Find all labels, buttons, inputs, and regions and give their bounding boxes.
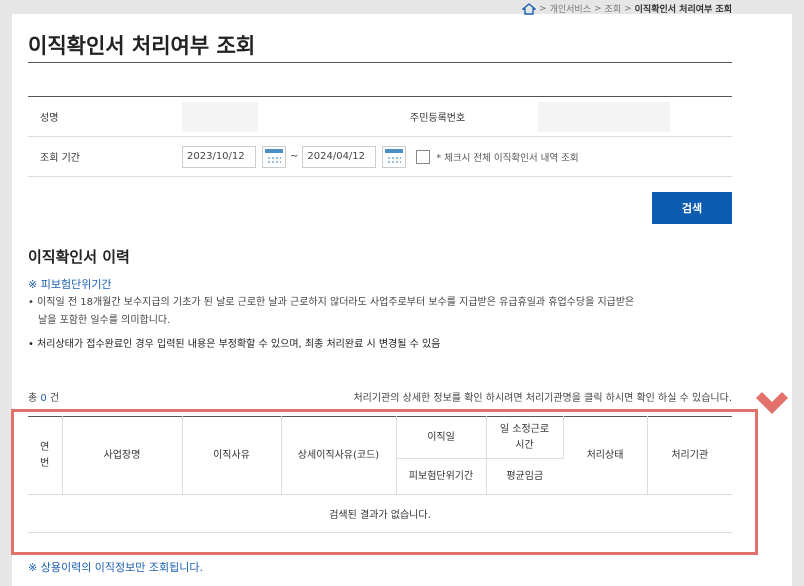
col-reason: 이직사유 xyxy=(182,416,282,495)
search-form: 성명 주민등록번호 조회 기간 2023/10/12 ~ 2024/04/12 … xyxy=(28,96,732,177)
breadcrumb-sep: > xyxy=(539,3,547,14)
count-prefix: 총 xyxy=(28,393,38,404)
notes-block: ※ 피보험단위기간 • 이직일 전 18개월간 보수지급의 기초가 된 날로 근… xyxy=(28,276,732,354)
col-leave-date: 이직일 xyxy=(396,416,487,459)
calendar-icon[interactable] xyxy=(382,145,407,168)
note-line-1b: 날을 포함한 일수를 의미합니다. xyxy=(38,315,171,326)
chevron-down-icon xyxy=(756,392,788,414)
title-divider xyxy=(28,62,732,63)
note-heading: ※ 피보험단위기간 xyxy=(28,278,112,291)
count-suffix: 건 xyxy=(49,393,60,404)
search-button[interactable]: 검색 xyxy=(652,192,732,224)
breadcrumb-item-inquiry[interactable]: 조회 xyxy=(605,2,622,15)
home-icon[interactable] xyxy=(522,2,537,15)
ssn-label: 주민등록번호 xyxy=(410,113,466,124)
all-history-label: * 체크시 전체 이직확인서 내역 조회 xyxy=(436,152,579,164)
date-separator: ~ xyxy=(290,151,299,162)
agency-hint: 처리기관의 상세한 정보를 확인 하시려면 처리기관명을 클릭 하시면 확인 하… xyxy=(353,393,732,404)
breadcrumb-sep: > xyxy=(593,3,602,14)
result-summary: 총 0 건 처리기관의 상세한 정보를 확인 하시려면 처리기관명을 클릭 하시… xyxy=(28,389,732,404)
breadcrumb-item-personal[interactable]: 개인서비스 xyxy=(550,2,591,15)
all-history-checkbox[interactable] xyxy=(416,149,431,164)
count-value: 0 xyxy=(40,393,47,404)
name-label: 성명 xyxy=(40,113,59,124)
page-title: 이직확인서 처리여부 조회 xyxy=(28,34,256,58)
empty-message: 검색된 결과가 없습니다. xyxy=(28,494,732,533)
col-insured-period: 피보험단위기간 xyxy=(396,458,487,495)
period-label: 조회 기간 xyxy=(40,153,80,164)
form-row-identity: 성명 주민등록번호 xyxy=(28,97,732,137)
footer-note: ※ 상용이력의 이직정보만 조회됩니다. xyxy=(28,561,204,574)
col-company: 사업장명 xyxy=(62,416,183,495)
result-count: 총 0 건 xyxy=(28,389,59,404)
breadcrumb: > 개인서비스 > 조회 > 이직확인서 처리여부 조회 xyxy=(522,2,732,15)
note-line-1: • 이직일 전 18개월간 보수지급의 기초가 된 날로 근로한 날과 근로하지… xyxy=(28,297,635,308)
date-from-input[interactable]: 2023/10/12 xyxy=(182,145,256,168)
col-agency: 처리기관 xyxy=(647,416,732,495)
breadcrumb-sep: > xyxy=(624,3,632,14)
ssn-value-masked xyxy=(538,101,670,132)
history-section-title: 이직확인서 이력 xyxy=(28,248,130,266)
col-avg-wage: 평균임금 xyxy=(486,458,563,495)
date-to-input[interactable]: 2024/04/12 xyxy=(302,145,377,168)
page-container: > 개인서비스 > 조회 > 이직확인서 처리여부 조회 이직확인서 처리여부 … xyxy=(11,2,792,586)
breadcrumb-current: 이직확인서 처리여부 조회 xyxy=(634,5,732,15)
col-no: 연번 xyxy=(28,416,63,495)
col-status: 처리상태 xyxy=(563,416,648,495)
calendar-icon[interactable] xyxy=(262,145,286,168)
col-work-hours: 일 소정근로 시간 xyxy=(486,416,564,459)
col-reason-detail: 상세이직사유(코드) xyxy=(281,416,397,495)
table-row-empty: 검색된 결과가 없습니다. xyxy=(28,494,732,533)
note-line-2: • 처리상태가 접수완료인 경우 입력된 내용은 부정확할 수 있으며, 최종 … xyxy=(28,339,441,350)
form-row-period: 조회 기간 2023/10/12 ~ 2024/04/12 * 체크시 전체 이… xyxy=(28,137,732,177)
name-value-masked xyxy=(182,101,258,132)
col-no-label: 연번 xyxy=(40,441,50,469)
result-table: 연번 사업장명 이직사유 상세이직사유(코드) 이직일 일 소정근로 시간 처리… xyxy=(28,416,732,533)
